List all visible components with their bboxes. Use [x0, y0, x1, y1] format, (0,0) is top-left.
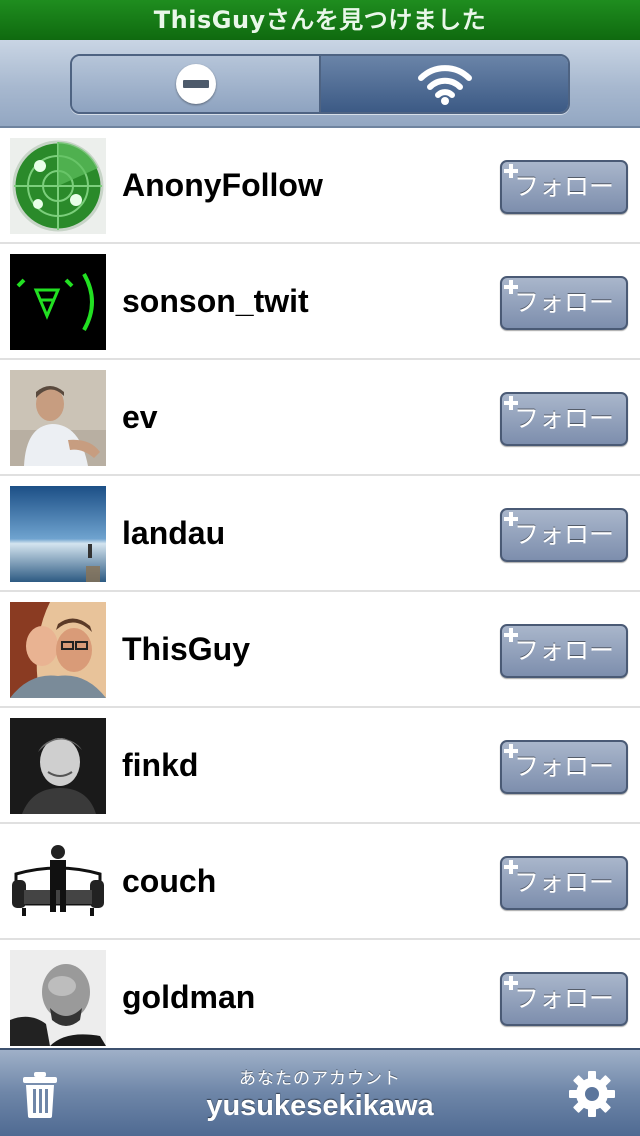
follow-button[interactable]: フォロー — [500, 740, 628, 794]
plus-icon — [504, 628, 518, 642]
bw-photo-avatar — [10, 718, 106, 814]
follow-label: フォロー — [513, 984, 614, 1013]
follow-label: フォロー — [513, 752, 614, 781]
minus-circle-icon — [175, 64, 216, 104]
plus-icon — [504, 976, 518, 990]
segment-stop[interactable] — [72, 56, 319, 112]
follow-button[interactable]: フォロー — [500, 624, 628, 678]
user-row[interactable]: landau フォロー — [0, 476, 640, 592]
follow-button[interactable]: フォロー — [500, 972, 628, 1026]
follow-label: フォロー — [513, 404, 614, 433]
user-row[interactable]: goldman フォロー — [0, 940, 640, 1048]
follow-label: フォロー — [513, 636, 614, 665]
radar-avatar — [10, 138, 106, 234]
username: finkd — [122, 747, 199, 783]
follow-button[interactable]: フォロー — [500, 160, 628, 214]
user-row[interactable]: finkd フォロー — [0, 708, 640, 824]
follow-button[interactable]: フォロー — [500, 856, 628, 910]
emoticon-avatar — [10, 254, 106, 350]
username: goldman — [122, 979, 256, 1015]
follow-label: フォロー — [513, 520, 614, 549]
plus-icon — [504, 744, 518, 758]
segment-broadcast[interactable] — [319, 56, 568, 112]
found-users-list: AnonyFollow フォロー sonson_twit フォロー ev フォロ… — [0, 128, 640, 1048]
wifi-icon — [417, 65, 472, 105]
plus-icon — [504, 396, 518, 410]
account-label: あなたのアカウント — [239, 1069, 401, 1089]
couple-photo-avatar — [10, 602, 106, 698]
couch-illustration-avatar — [10, 834, 106, 930]
username: sonson_twit — [122, 283, 309, 319]
user-row[interactable]: AnonyFollow フォロー — [0, 128, 640, 244]
username: AnonyFollow — [122, 167, 323, 203]
follow-label: フォロー — [513, 172, 614, 201]
photo-avatar — [10, 370, 106, 466]
user-row[interactable]: couch フォロー — [0, 824, 640, 940]
username: ev — [122, 399, 158, 435]
user-row[interactable]: sonson_twit フォロー — [0, 244, 640, 360]
user-row[interactable]: ThisGuy フォロー — [0, 592, 640, 708]
mode-segmented-control — [70, 54, 570, 114]
follow-label: フォロー — [513, 868, 614, 897]
username: landau — [122, 515, 226, 551]
plus-icon — [504, 164, 518, 178]
bw-portrait-avatar — [10, 950, 106, 1046]
top-toolbar — [0, 40, 640, 128]
plus-icon — [504, 860, 518, 874]
gear-icon[interactable] — [568, 1070, 616, 1118]
plus-icon — [504, 512, 518, 526]
account-name: yusukesekikawa — [206, 1090, 434, 1122]
username: ThisGuy — [122, 631, 251, 667]
username: couch — [122, 863, 217, 899]
account-bar: あなたのアカウント yusukesekikawa — [0, 1048, 640, 1136]
horizon-photo-avatar — [10, 486, 106, 582]
follow-button[interactable]: フォロー — [500, 392, 628, 446]
found-notification-banner: ThisGuyさんを見つけました — [0, 0, 640, 40]
follow-button[interactable]: フォロー — [500, 276, 628, 330]
plus-icon — [504, 280, 518, 294]
follow-label: フォロー — [513, 288, 614, 317]
user-row[interactable]: ev フォロー — [0, 360, 640, 476]
follow-button[interactable]: フォロー — [500, 508, 628, 562]
